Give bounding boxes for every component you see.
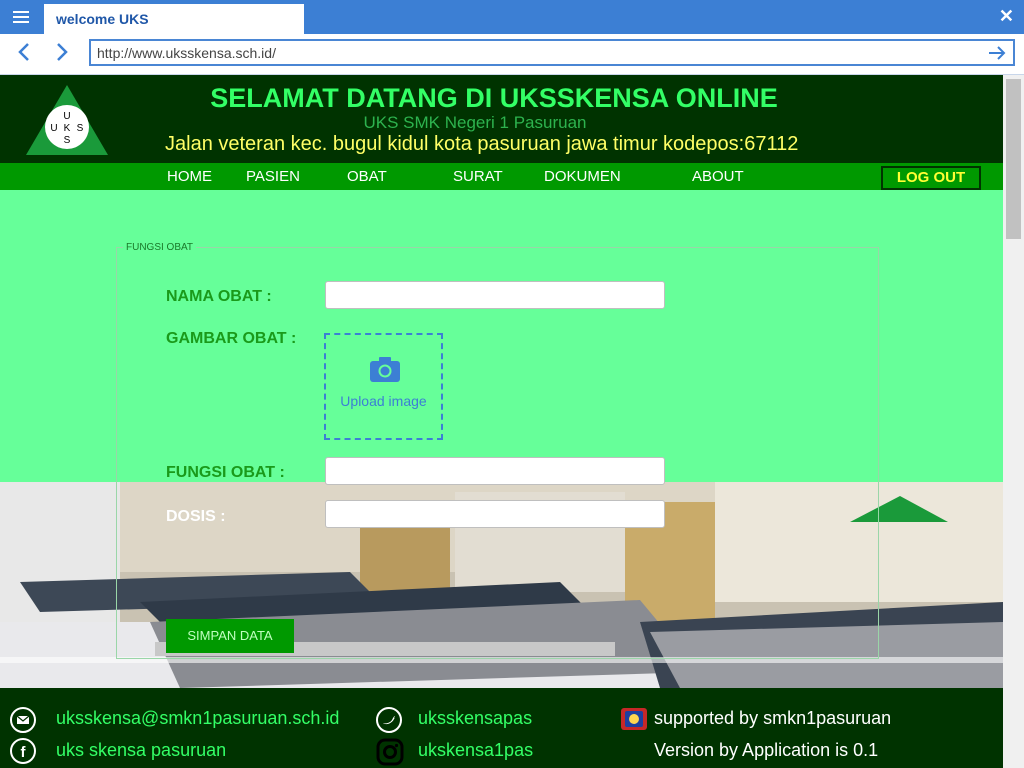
mail-icon — [10, 707, 36, 733]
fieldset-legend: FUNGSI OBAT — [123, 242, 197, 253]
facebook-icon: f — [10, 738, 36, 764]
site-address: Jalan veteran kec. bugul kidul kota pasu… — [165, 133, 799, 155]
upload-image-label: Upload image — [340, 393, 427, 409]
footer-twitter[interactable]: uksskensapas — [418, 708, 532, 729]
browser-nav-bar: http://www.uksskensa.sch.id/ — [0, 34, 1024, 75]
menu-dokumen[interactable]: DOKUMEN — [544, 168, 621, 185]
logout-button[interactable]: LOG OUT — [881, 166, 981, 190]
nama-obat-label: NAMA OBAT : — [166, 288, 272, 305]
dosis-input[interactable] — [325, 500, 665, 528]
back-arrow-icon[interactable] — [13, 40, 37, 64]
hamburger-icon[interactable] — [8, 6, 36, 28]
menu-home[interactable]: HOME — [167, 168, 212, 185]
fungsi-obat-input[interactable] — [325, 457, 665, 485]
nama-obat-input[interactable] — [325, 281, 665, 309]
site-footer: uksskensa@smkn1pasuruan.sch.id f uks ske… — [0, 688, 1003, 768]
scrollbar-thumb[interactable] — [1006, 79, 1021, 239]
dosis-label: DOSIS : — [166, 508, 226, 525]
camera-icon — [370, 357, 400, 382]
footer-email[interactable]: uksskensa@smkn1pasuruan.sch.id — [56, 708, 339, 729]
forward-arrow-icon[interactable] — [49, 40, 73, 64]
menu-about[interactable]: ABOUT — [692, 168, 744, 185]
tab-title: welcome UKS — [56, 11, 149, 27]
simpan-data-button[interactable]: SIMPAN DATA — [166, 619, 294, 653]
url-text: http://www.uksskensa.sch.id/ — [97, 45, 276, 61]
svg-text:f: f — [21, 744, 27, 761]
page-viewport: U U K S S SELAMAT DATANG DI UKSSKENSA ON… — [0, 75, 1003, 768]
footer-instagram[interactable]: ukskensa1pas — [418, 740, 533, 761]
instagram-icon — [376, 738, 404, 766]
upload-image-box[interactable]: Upload image — [324, 333, 443, 440]
twitter-icon — [376, 707, 402, 733]
site-title: SELAMAT DATANG DI UKSSKENSA ONLINE — [210, 83, 778, 113]
site-header: U U K S S SELAMAT DATANG DI UKSSKENSA ON… — [0, 75, 1003, 163]
svg-text:S: S — [64, 135, 71, 146]
footer-version: Version by Application is 0.1 — [654, 740, 879, 760]
go-arrow-icon[interactable] — [987, 43, 1007, 63]
address-bar[interactable]: http://www.uksskensa.sch.id/ — [89, 39, 1015, 66]
menu-surat[interactable]: SURAT — [453, 168, 503, 185]
footer-facebook[interactable]: uks skensa pasuruan — [56, 740, 226, 761]
browser-tab-bar: welcome UKS ✕ — [0, 0, 1024, 34]
gambar-obat-label: GAMBAR OBAT : — [166, 330, 297, 347]
footer-supported: supported by smkn1pasuruan — [654, 708, 892, 728]
main-menu: HOME PASIEN OBAT SURAT DOKUMEN ABOUT LOG… — [0, 163, 1003, 190]
browser-tab[interactable]: welcome UKS — [44, 4, 304, 34]
menu-obat[interactable]: OBAT — [347, 168, 387, 185]
site-subtitle: UKS SMK Negeri 1 Pasuruan — [363, 113, 587, 132]
page-scrollbar[interactable] — [1003, 75, 1024, 768]
fungsi-obat-label: FUNGSI OBAT : — [166, 464, 285, 481]
school-emblem-icon — [621, 708, 647, 730]
menu-pasien[interactable]: PASIEN — [246, 168, 300, 185]
close-icon[interactable]: ✕ — [999, 6, 1014, 26]
